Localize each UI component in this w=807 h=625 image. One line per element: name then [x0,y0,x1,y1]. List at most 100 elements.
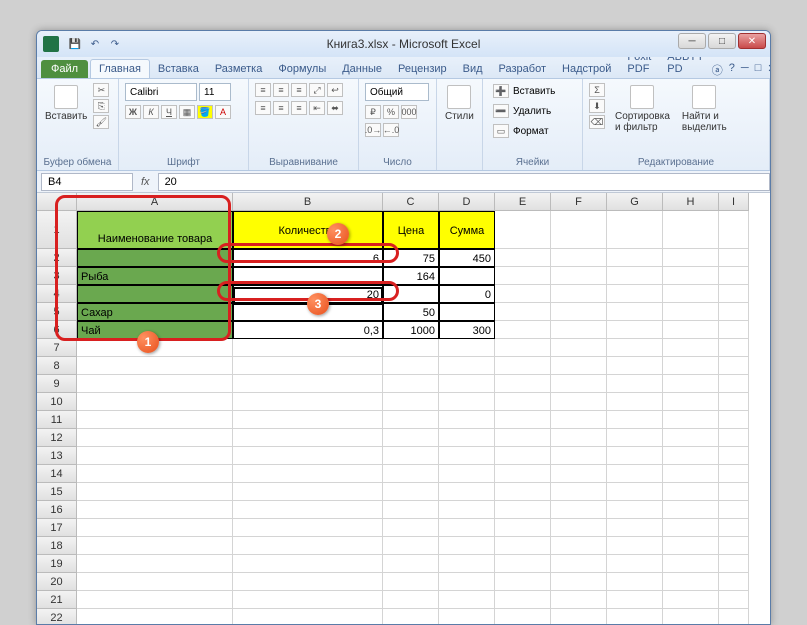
cell[interactable] [551,501,607,519]
bold-button[interactable]: Ж [125,105,141,119]
cell[interactable] [607,321,663,339]
col-header-i[interactable]: I [719,193,749,211]
cell[interactable] [551,591,607,609]
cell[interactable] [77,357,233,375]
cell[interactable] [663,555,719,573]
cell[interactable] [719,375,749,393]
cell[interactable] [719,211,749,249]
tab-layout[interactable]: Разметка [207,60,271,78]
select-all-corner[interactable] [37,193,77,211]
cell[interactable] [607,393,663,411]
cell[interactable] [233,609,383,625]
cell[interactable] [383,357,439,375]
cell[interactable] [551,537,607,555]
cell[interactable] [719,483,749,501]
currency-icon[interactable]: ₽ [365,105,381,119]
sort-filter-button[interactable]: Сортировка и фильтр [613,83,672,135]
cell[interactable] [719,429,749,447]
cell[interactable] [495,573,551,591]
cell-a4[interactable] [77,285,233,303]
cell[interactable] [663,537,719,555]
cut-icon[interactable]: ✂ [93,83,109,97]
cell[interactable] [719,411,749,429]
cell[interactable] [719,465,749,483]
cell[interactable] [663,357,719,375]
cell-c5[interactable]: 50 [383,303,439,321]
row-header[interactable]: 9 [37,375,77,393]
cell[interactable] [495,303,551,321]
cell[interactable] [607,591,663,609]
cell[interactable] [495,609,551,625]
window-close-icon[interactable]: ✕ [767,62,771,78]
cell[interactable] [77,393,233,411]
cell-d1[interactable]: Сумма [439,211,495,249]
cell[interactable] [663,249,719,267]
col-header-a[interactable]: A [77,193,233,211]
cell[interactable] [607,555,663,573]
cell[interactable] [439,483,495,501]
cell[interactable] [233,447,383,465]
cell[interactable] [551,303,607,321]
cell[interactable] [607,411,663,429]
cell[interactable] [663,303,719,321]
cell[interactable] [607,429,663,447]
cell[interactable] [551,211,607,249]
cell[interactable] [719,267,749,285]
cell[interactable] [663,285,719,303]
cell[interactable] [383,555,439,573]
tab-developer[interactable]: Разработ [491,60,554,78]
cell[interactable] [663,429,719,447]
cell[interactable] [233,573,383,591]
cell[interactable] [77,555,233,573]
cell[interactable] [719,591,749,609]
cell[interactable] [383,501,439,519]
cell[interactable] [495,249,551,267]
cell[interactable] [551,249,607,267]
sum-icon[interactable]: Σ [589,83,605,97]
cell[interactable] [551,339,607,357]
number-format-select[interactable]: Общий [365,83,429,101]
cell[interactable] [77,465,233,483]
row-header[interactable]: 17 [37,519,77,537]
cell[interactable] [719,357,749,375]
cell-c2[interactable]: 75 [383,249,439,267]
cell-d3[interactable] [439,267,495,285]
cell[interactable] [77,375,233,393]
window-restore-icon[interactable]: □ [755,62,762,78]
cell[interactable] [551,285,607,303]
cell[interactable] [383,573,439,591]
cell[interactable] [719,249,749,267]
cell[interactable] [551,393,607,411]
cell[interactable] [383,483,439,501]
cell[interactable] [233,339,383,357]
tab-review[interactable]: Рецензир [390,60,455,78]
cell[interactable] [607,573,663,591]
orientation-icon[interactable]: ⤢ [309,83,325,97]
cell[interactable] [439,591,495,609]
cell[interactable] [495,267,551,285]
cell[interactable] [439,609,495,625]
cell[interactable] [607,249,663,267]
cell-c6[interactable]: 1000 [383,321,439,339]
col-header-g[interactable]: G [607,193,663,211]
cell[interactable] [719,501,749,519]
align-bottom-icon[interactable]: ≡ [291,83,307,97]
format-painter-icon[interactable]: 🖌 [93,115,109,129]
cell[interactable] [439,429,495,447]
cell[interactable] [719,519,749,537]
cell[interactable] [551,465,607,483]
row-header[interactable]: 13 [37,447,77,465]
cell[interactable] [233,519,383,537]
increase-decimal-icon[interactable]: .0→ [365,123,381,137]
tab-home[interactable]: Главная [90,59,150,78]
col-header-h[interactable]: H [663,193,719,211]
cell[interactable] [439,375,495,393]
cell-b2[interactable]: 6 [233,249,383,267]
cell[interactable] [383,465,439,483]
cell[interactable] [233,357,383,375]
save-icon[interactable]: 💾 [67,36,83,52]
cell[interactable] [495,591,551,609]
cell[interactable] [719,447,749,465]
copy-icon[interactable]: ⎘ [93,99,109,113]
cell[interactable] [495,375,551,393]
